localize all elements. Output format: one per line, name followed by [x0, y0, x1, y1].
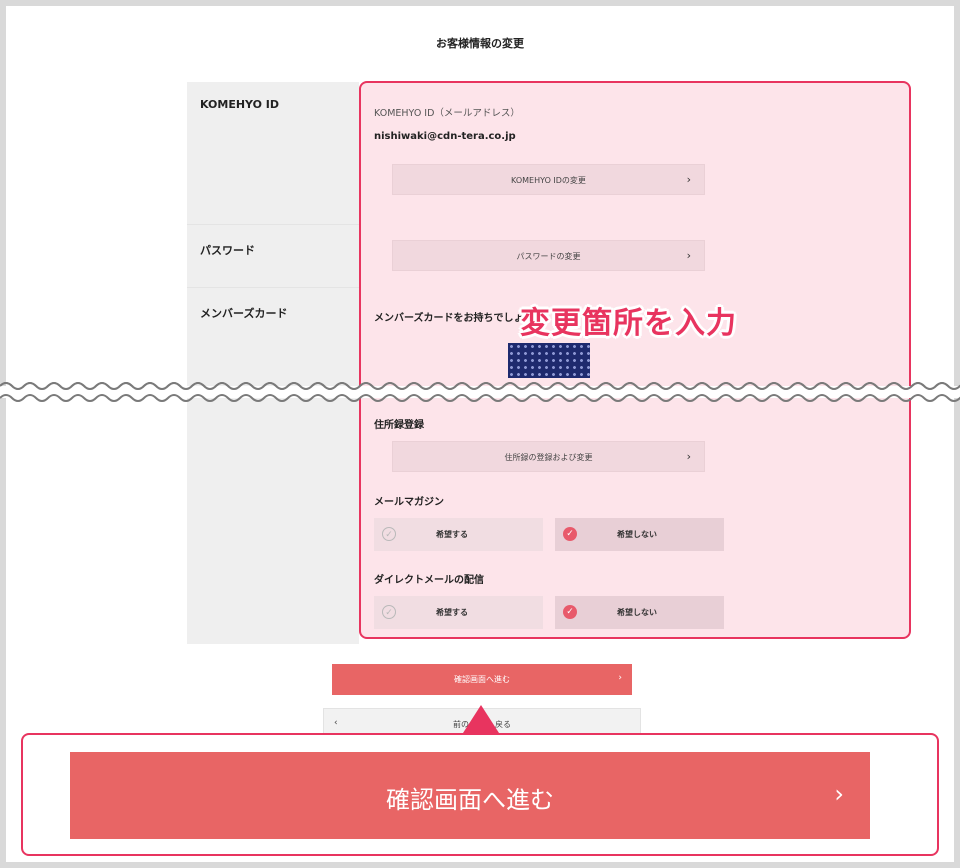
- wavy-break-line: [0, 382, 960, 402]
- direct-mail-option-want[interactable]: ✓ 希望する: [374, 596, 543, 629]
- proceed-to-confirm-button-zoomed[interactable]: 確認画面へ進む ›: [70, 752, 870, 839]
- chevron-right-icon: ›: [834, 780, 844, 808]
- row-label-komehyo-id: KOMEHYO ID: [200, 98, 280, 111]
- address-register-button[interactable]: 住所録の登録および変更 ›: [392, 441, 705, 472]
- option-label: 希望しない: [617, 530, 657, 539]
- mail-magazine-title: メールマガジン: [374, 497, 444, 508]
- check-circle-icon: ✓: [382, 527, 396, 541]
- komehyo-id-field-label: KOMEHYO ID（メールアドレス）: [374, 108, 520, 119]
- change-password-button[interactable]: パスワードの変更 ›: [392, 240, 705, 271]
- direct-mail-title: ダイレクトメールの配信: [374, 575, 484, 586]
- check-circle-icon: ✓: [563, 527, 577, 541]
- option-label: 希望する: [436, 530, 468, 539]
- direct-mail-option-not-want[interactable]: ✓ 希望しない: [555, 596, 724, 629]
- pointer-arrow: [463, 705, 499, 733]
- proceed-label-zoomed: 確認画面へ進む: [386, 786, 554, 814]
- row-label-member-card: メンバーズカード: [200, 307, 288, 320]
- proceed-label: 確認画面へ進む: [454, 675, 510, 684]
- member-card-image: [508, 343, 590, 378]
- address-title: 住所録登録: [374, 420, 424, 431]
- mail-magazine-option-not-want[interactable]: ✓ 希望しない: [555, 518, 724, 551]
- chevron-right-icon: ›: [618, 673, 622, 683]
- mail-magazine-option-want[interactable]: ✓ 希望する: [374, 518, 543, 551]
- check-circle-icon: ✓: [563, 605, 577, 619]
- change-password-label: パスワードの変更: [516, 252, 581, 261]
- proceed-to-confirm-button[interactable]: 確認画面へ進む ›: [332, 664, 632, 695]
- chevron-right-icon: ›: [686, 450, 691, 463]
- callout-text: 変更箇所を入力: [520, 306, 737, 341]
- option-label: 希望しない: [617, 608, 657, 617]
- komehyo-id-email: nishiwaki@cdn-tera.co.jp: [374, 131, 516, 142]
- change-komehyo-id-button[interactable]: KOMEHYO IDの変更 ›: [392, 164, 705, 195]
- change-komehyo-id-label: KOMEHYO IDの変更: [511, 176, 586, 185]
- page-title: お客様情報の変更: [436, 37, 524, 50]
- option-label: 希望する: [436, 608, 468, 617]
- address-register-label: 住所録の登録および変更: [504, 453, 593, 462]
- chevron-right-icon: ›: [686, 173, 691, 186]
- label-column: [187, 82, 359, 644]
- check-circle-icon: ✓: [382, 605, 396, 619]
- member-card-question: メンバーズカードをお持ちでしょ: [374, 313, 524, 324]
- row-label-password: パスワード: [200, 244, 255, 257]
- chevron-right-icon: ›: [686, 249, 691, 262]
